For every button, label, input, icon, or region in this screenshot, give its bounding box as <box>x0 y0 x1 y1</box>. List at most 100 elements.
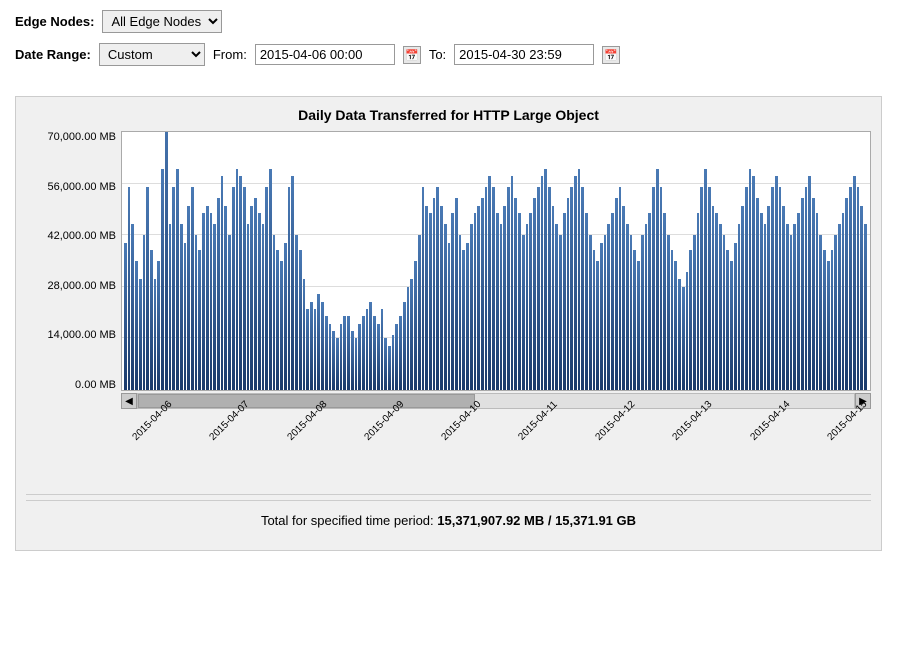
bar <box>276 250 279 390</box>
bar <box>377 324 380 390</box>
to-input[interactable] <box>454 44 594 65</box>
bar <box>332 331 335 390</box>
bar <box>384 338 387 390</box>
bar <box>819 235 822 390</box>
bar <box>756 198 759 390</box>
bars-wrapper <box>122 132 870 390</box>
bar <box>224 206 227 390</box>
controls-panel: Edge Nodes: All Edge Nodes Date Range: C… <box>0 0 897 86</box>
bar <box>570 187 573 390</box>
bar <box>827 261 830 390</box>
from-calendar-icon[interactable]: 📅 <box>403 46 421 64</box>
bar <box>414 261 417 390</box>
bar <box>723 235 726 390</box>
bar <box>678 279 681 390</box>
bar <box>232 187 235 390</box>
bar <box>273 235 276 390</box>
bar <box>124 243 127 390</box>
bar <box>626 224 629 390</box>
bar <box>708 187 711 390</box>
bar <box>172 187 175 390</box>
bar <box>239 176 242 390</box>
bar <box>336 338 339 390</box>
bar <box>563 213 566 390</box>
bar <box>269 169 272 390</box>
bar <box>284 243 287 390</box>
edge-nodes-row: Edge Nodes: All Edge Nodes <box>15 10 882 33</box>
bar <box>607 224 610 390</box>
bar <box>280 261 283 390</box>
bar <box>288 187 291 390</box>
bar <box>834 235 837 390</box>
edge-nodes-select[interactable]: All Edge Nodes <box>102 10 222 33</box>
bar <box>760 213 763 390</box>
scrollbar-thumb[interactable] <box>138 394 475 408</box>
bar <box>816 213 819 390</box>
bar <box>663 213 666 390</box>
bar <box>373 316 376 390</box>
bar <box>749 169 752 390</box>
bar <box>243 187 246 390</box>
bar <box>578 169 581 390</box>
total-line: Total for specified time period: 15,371,… <box>26 500 871 540</box>
bar <box>611 213 614 390</box>
bar <box>254 198 257 390</box>
bar <box>395 324 398 390</box>
bar <box>604 235 607 390</box>
bar <box>165 131 168 390</box>
bar <box>143 235 146 390</box>
bar <box>853 176 856 390</box>
bar <box>474 213 477 390</box>
bar <box>503 206 506 390</box>
bar <box>790 235 793 390</box>
bar <box>154 279 157 390</box>
bar <box>619 187 622 390</box>
bar <box>448 243 451 390</box>
bar <box>633 250 636 390</box>
bar <box>351 331 354 390</box>
bar <box>433 198 436 390</box>
bar <box>857 187 860 390</box>
bar <box>518 213 521 390</box>
bar <box>667 235 670 390</box>
scroll-left-arrow[interactable]: ◀ <box>121 393 137 409</box>
bar <box>425 206 428 390</box>
bar <box>764 224 767 390</box>
bar <box>477 206 480 390</box>
to-label: To: <box>429 47 446 62</box>
bar <box>574 176 577 390</box>
bar <box>355 338 358 390</box>
to-calendar-icon[interactable]: 📅 <box>602 46 620 64</box>
bar <box>492 187 495 390</box>
bar <box>180 224 183 390</box>
bar <box>842 213 845 390</box>
bar <box>195 235 198 390</box>
chart-area: 0.00 MB14,000.00 MB28,000.00 MB42,000.00… <box>26 131 871 391</box>
bar <box>741 206 744 390</box>
bar <box>347 316 350 390</box>
bar <box>745 187 748 390</box>
bar <box>161 169 164 390</box>
bar <box>775 176 778 390</box>
bar <box>719 224 722 390</box>
from-label: From: <box>213 47 247 62</box>
date-range-select[interactable]: Custom Last 7 Days Last 30 Days This Mon… <box>99 43 205 66</box>
bar <box>648 213 651 390</box>
from-input[interactable] <box>255 44 395 65</box>
y-axis: 0.00 MB14,000.00 MB28,000.00 MB42,000.00… <box>26 131 121 391</box>
chart-title: Daily Data Transferred for HTTP Large Ob… <box>26 107 871 123</box>
bar <box>637 261 640 390</box>
scrollbar-area: ◀ ▶ <box>121 393 871 409</box>
bar <box>191 187 194 390</box>
bar <box>845 198 848 390</box>
y-axis-label: 14,000.00 MB <box>48 329 117 341</box>
bar <box>752 176 755 390</box>
bar <box>388 346 391 390</box>
bar <box>700 187 703 390</box>
bar <box>805 187 808 390</box>
bar <box>362 316 365 390</box>
date-range-row: Date Range: Custom Last 7 Days Last 30 D… <box>15 43 882 66</box>
bar <box>507 187 510 390</box>
bar <box>369 302 372 390</box>
bar <box>184 243 187 390</box>
